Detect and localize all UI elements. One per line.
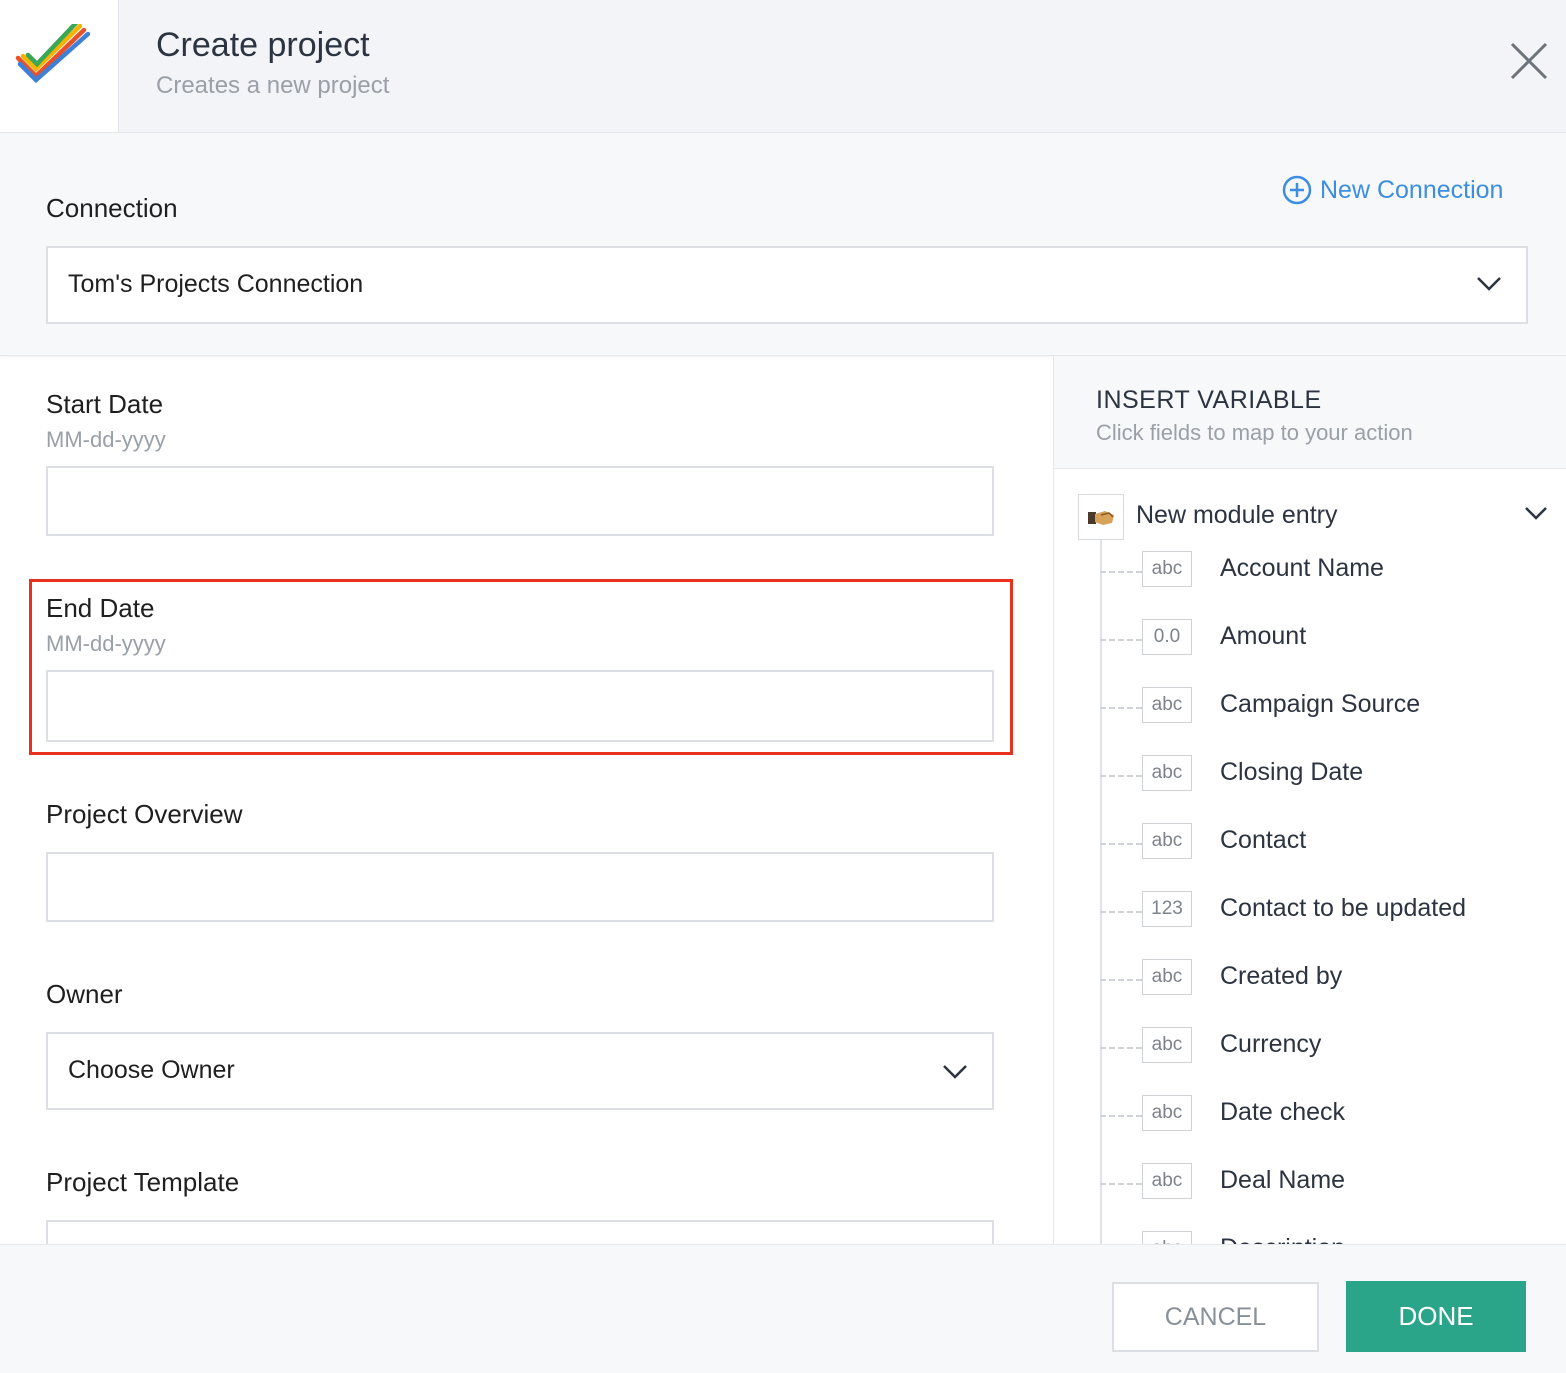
project-overview-input[interactable] [46, 852, 994, 922]
variable-item[interactable]: abc Description [1100, 1231, 1540, 1244]
variable-type-badge: abc [1142, 959, 1192, 995]
variable-item[interactable]: abc Closing Date [1100, 755, 1540, 795]
new-connection-label: New Connection [1320, 175, 1504, 204]
variable-name: Date check [1220, 1098, 1346, 1126]
variable-type-badge: abc [1142, 1163, 1192, 1199]
variable-item[interactable]: abc Contact [1100, 823, 1540, 863]
app-logo [0, 0, 119, 132]
handshake-icon [1078, 494, 1124, 540]
dialog-title: Create project [156, 26, 370, 64]
tree-connector [1100, 571, 1142, 573]
chevron-down-icon [1525, 507, 1547, 520]
variable-type-badge: abc [1142, 1095, 1192, 1131]
variable-name: Closing Date [1220, 758, 1364, 786]
insert-variable-header: INSERT VARIABLE Click fields to map to y… [1054, 356, 1566, 469]
variable-type-badge: abc [1142, 823, 1192, 859]
variable-type-badge: abc [1142, 755, 1192, 791]
variable-type-badge: abc [1142, 551, 1192, 587]
start-date-input[interactable] [46, 466, 994, 536]
module-entry-toggle[interactable]: New module entry [1078, 494, 1558, 540]
insert-variable-title: INSERT VARIABLE [1096, 386, 1322, 414]
variable-name: Description [1220, 1234, 1345, 1244]
start-date-hint: MM-dd-yyyy [46, 427, 166, 452]
owner-label: Owner [46, 979, 123, 1009]
variable-name: Contact [1220, 826, 1307, 854]
end-date-label: End Date [46, 593, 155, 623]
variable-name: Account Name [1220, 554, 1384, 582]
variable-type-badge: abc [1142, 687, 1192, 723]
variable-type-badge: 123 [1142, 891, 1192, 927]
variable-item[interactable]: abc Campaign Source [1100, 687, 1540, 727]
connection-select[interactable]: Tom's Projects Connection [46, 246, 1528, 324]
tree-connector [1100, 911, 1142, 913]
variable-item[interactable]: abc Account Name [1100, 551, 1540, 591]
connection-label: Connection [46, 193, 178, 223]
close-icon[interactable] [1508, 40, 1550, 82]
end-date-input[interactable] [46, 670, 994, 742]
variable-item[interactable]: abc Date check [1100, 1095, 1540, 1135]
project-template-label: Project Template [46, 1167, 240, 1197]
variable-name: Amount [1220, 622, 1307, 650]
variable-name: Campaign Source [1220, 690, 1421, 718]
owner-select[interactable]: Choose Owner [46, 1032, 994, 1110]
tree-connector [1100, 775, 1142, 777]
project-overview-label: Project Overview [46, 799, 243, 829]
module-entry-label: New module entry [1136, 501, 1338, 529]
owner-select-value: Choose Owner [68, 1056, 235, 1084]
connection-section: Connection New Connection Tom's Projects… [0, 133, 1566, 356]
variable-item[interactable]: abc Created by [1100, 959, 1540, 999]
tree-connector [1100, 1183, 1142, 1185]
variable-item[interactable]: 123 Contact to be updated [1100, 891, 1540, 931]
dialog-footer: CANCEL DONE [0, 1244, 1566, 1373]
variable-type-badge: abc [1142, 1231, 1192, 1244]
variable-item[interactable]: 0.0 Amount [1100, 619, 1540, 659]
variable-name: Created by [1220, 962, 1343, 990]
variable-item[interactable]: abc Currency [1100, 1027, 1540, 1067]
tree-connector [1100, 639, 1142, 641]
done-button[interactable]: DONE [1346, 1281, 1526, 1352]
variable-name: Deal Name [1220, 1166, 1346, 1194]
chevron-down-icon [943, 1065, 967, 1079]
insert-variable-panel: INSERT VARIABLE Click fields to map to y… [1053, 356, 1566, 1244]
cancel-button[interactable]: CANCEL [1112, 1282, 1319, 1352]
variable-name: Contact to be updated [1220, 894, 1467, 922]
tree-connector [1100, 1115, 1142, 1117]
start-date-label: Start Date [46, 389, 164, 419]
end-date-hint: MM-dd-yyyy [46, 631, 166, 656]
chevron-down-icon [1477, 277, 1501, 291]
variable-type-badge: 0.0 [1142, 619, 1192, 655]
new-connection-button[interactable]: New Connection [1282, 173, 1503, 207]
dialog-subtitle: Creates a new project [156, 72, 390, 99]
insert-variable-subtitle: Click fields to map to your action [1096, 420, 1413, 445]
tree-connector [1100, 707, 1142, 709]
plus-circle-icon [1282, 175, 1312, 205]
variable-type-badge: abc [1142, 1027, 1192, 1063]
tree-connector [1100, 979, 1142, 981]
project-template-select[interactable] [46, 1220, 994, 1244]
variable-item[interactable]: abc Deal Name [1100, 1163, 1540, 1203]
tree-connector [1100, 843, 1142, 845]
variable-name: Currency [1220, 1030, 1322, 1058]
tree-connector [1100, 1047, 1142, 1049]
dialog-header: Create project Creates a new project [0, 0, 1566, 133]
checkmark-logo-icon [15, 24, 90, 84]
connection-select-value: Tom's Projects Connection [68, 270, 364, 298]
